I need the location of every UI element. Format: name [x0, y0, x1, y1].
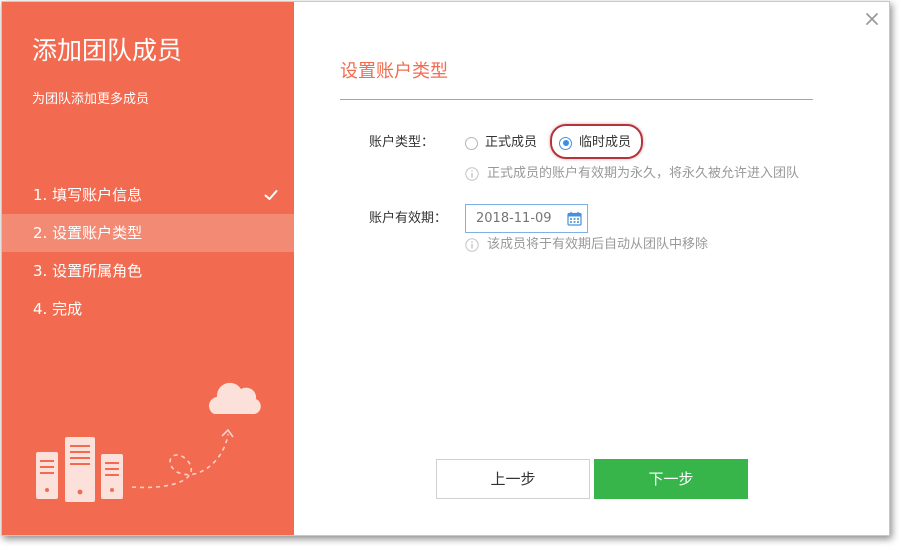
radio-temporary-label: 临时成员: [579, 135, 632, 150]
step-label: 4. 完成: [33, 300, 83, 318]
account-type-hint-text: 正式成员的账户有效期为永久，将永久被允许进入团队: [487, 166, 800, 181]
sidebar-title: 添加团队成员: [32, 36, 183, 65]
expire-hint-text: 该成员将于有效期后自动从团队中移除: [487, 237, 709, 252]
step-label: 2. 设置账户类型: [33, 224, 143, 242]
step-label: 3. 设置所属角色: [33, 262, 143, 280]
info-icon: [465, 238, 479, 252]
step-fill-account-info[interactable]: 1. 填写账户信息: [2, 176, 294, 214]
previous-step-button[interactable]: 上一步: [436, 459, 590, 499]
next-step-button[interactable]: 下一步: [594, 459, 748, 499]
radio-formal-label: 正式成员: [485, 135, 538, 150]
step-set-account-type[interactable]: 2. 设置账户类型: [2, 214, 294, 252]
calendar-icon[interactable]: [567, 211, 582, 226]
checkmark-icon: [264, 190, 278, 200]
expire-hint: 该成员将于有效期后自动从团队中移除: [465, 236, 708, 254]
step-label: 1. 填写账户信息: [33, 186, 143, 204]
step-set-role[interactable]: 3. 设置所属角色: [2, 252, 294, 290]
radio-circle[interactable]: [559, 136, 572, 150]
radio-formal-member[interactable]: 正式成员: [465, 133, 537, 153]
step-finish[interactable]: 4. 完成: [2, 290, 294, 328]
sidebar-subtitle: 为团队添加更多成员: [32, 92, 150, 107]
wizard-steps: 1. 填写账户信息 2. 设置账户类型 3. 设置所属角色 4. 完成: [2, 176, 294, 328]
radio-circle[interactable]: [465, 136, 478, 150]
cloud-icon: [209, 382, 261, 414]
section-divider: [340, 99, 813, 100]
add-member-dialog: 添加团队成员 为团队添加更多成员 1. 填写账户信息 2. 设置账户类型 3. …: [1, 1, 890, 536]
dashed-arrow-icon: [131, 433, 229, 489]
servers-cloud-illustration: [36, 382, 261, 502]
wizard-sidebar: 添加团队成员 为团队添加更多成员 1. 填写账户信息 2. 设置账户类型 3. …: [2, 2, 294, 535]
info-icon: [465, 167, 479, 181]
account-type-hint: 正式成员的账户有效期为永久，将永久被允许进入团队: [465, 165, 799, 183]
radio-temporary-member[interactable]: 临时成员: [559, 133, 631, 153]
expire-label: 账户有效期：: [369, 211, 448, 226]
account-type-label: 账户类型：: [369, 135, 435, 150]
section-title: 设置账户类型: [340, 61, 448, 82]
close-icon[interactable]: [865, 12, 879, 26]
